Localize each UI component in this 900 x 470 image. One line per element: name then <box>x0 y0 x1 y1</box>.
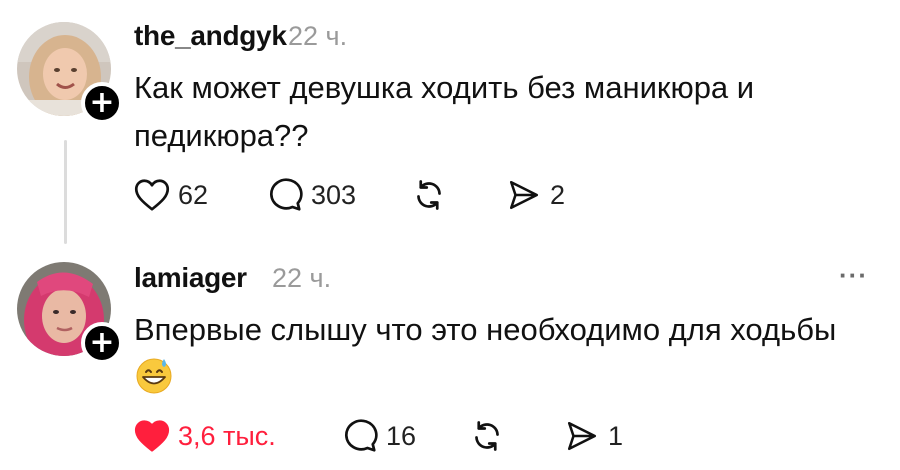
reply-button[interactable]: 16 <box>342 416 416 456</box>
username[interactable]: lamiager <box>134 262 247 294</box>
repost-button[interactable] <box>468 416 506 456</box>
repost-button[interactable] <box>410 175 448 215</box>
repost-icon <box>417 180 441 210</box>
heart-icon <box>134 179 170 211</box>
like-count: 3,6 тыс. <box>178 420 276 451</box>
plus-icon: + <box>89 85 115 120</box>
avatar-wrapper: + <box>17 22 123 124</box>
heart-icon <box>134 420 170 452</box>
share-count: 1 <box>608 420 624 451</box>
send-button[interactable]: 1 <box>564 416 623 456</box>
post-text: Как может девушка ходить без маникюра и … <box>134 64 894 160</box>
share-count: 2 <box>550 179 566 210</box>
comment-icon <box>270 178 303 211</box>
post-text: Впервые слышу что это необходимо для ход… <box>134 306 894 354</box>
timestamp: 22 ч. <box>288 21 348 51</box>
grinning-face-with-sweat-icon <box>136 358 172 394</box>
post-text-line: педикюра?? <box>134 118 309 153</box>
reply-count: 16 <box>386 420 417 451</box>
username[interactable]: the_andgyk <box>134 20 287 52</box>
thread-line <box>64 140 67 244</box>
send-icon <box>509 180 539 210</box>
post-text-line: Как может девушка ходить без маникюра и <box>134 70 755 105</box>
reply-button[interactable]: 303 <box>267 175 356 215</box>
avatar-wrapper: + <box>17 262 123 364</box>
repost-icon <box>475 421 499 451</box>
like-button[interactable]: 3,6 тыс. <box>134 416 276 456</box>
action-bar: 62 303 2 <box>134 175 634 215</box>
more-options-button[interactable]: ··· <box>839 260 868 291</box>
post-2: + lamiager 22 ч. ··· Впервые слышу что э… <box>0 250 900 470</box>
like-button[interactable]: 62 <box>134 175 208 215</box>
plus-icon: + <box>89 325 115 360</box>
reply-count: 303 <box>311 179 357 210</box>
timestamp: 22 ч. <box>272 263 332 293</box>
action-bar: 3,6 тыс. 16 1 <box>134 416 634 456</box>
send-icon <box>567 421 597 451</box>
like-count: 62 <box>178 179 209 210</box>
post-1: + the_andgyk 22 ч. Как может девушка ход… <box>0 0 900 250</box>
comment-icon <box>345 419 378 452</box>
send-button[interactable]: 2 <box>506 175 565 215</box>
follow-plus-button[interactable]: + <box>81 82 123 124</box>
follow-plus-button[interactable]: + <box>81 322 123 364</box>
post-text-line: Впервые слышу что это необходимо для ход… <box>134 312 837 347</box>
